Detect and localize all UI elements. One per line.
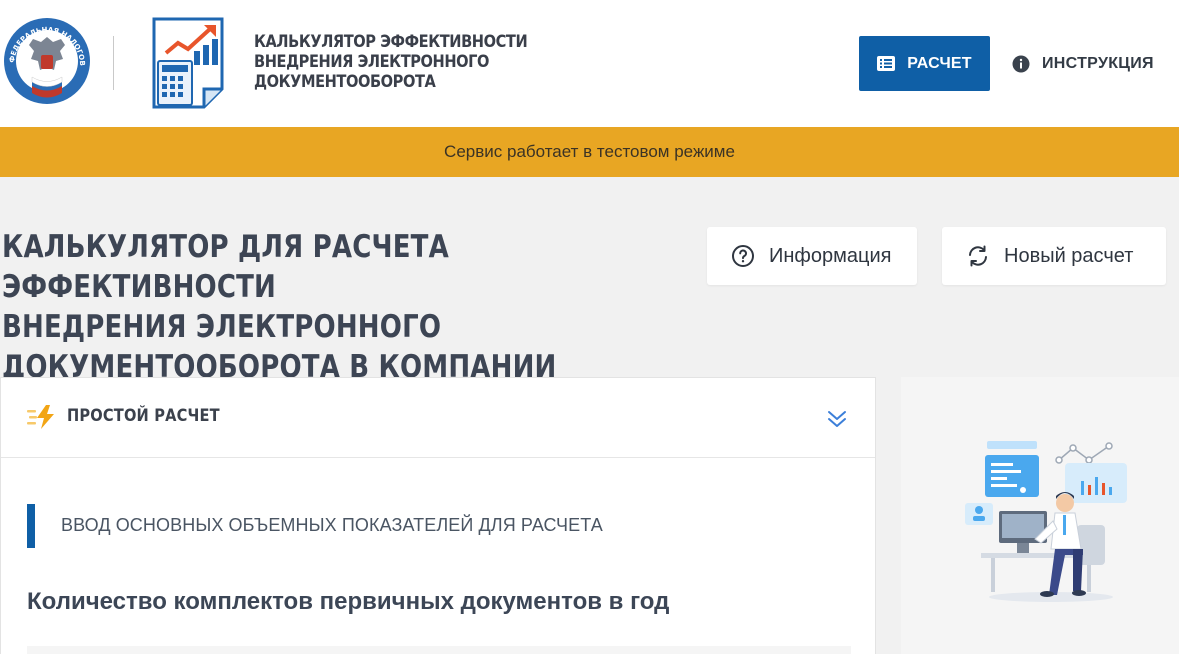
banner-text: Сервис работает в тестовом режиме <box>444 142 735 161</box>
refresh-icon <box>969 245 987 267</box>
panel-header[interactable]: ПРОСТОЙ РАСЧЕТ <box>1 378 875 458</box>
header: ФЕДЕРАЛЬНАЯ НАЛОГОВАЯ СЛУЖБА КАЛЬКУЛЯТОР… <box>0 0 1179 127</box>
nav-instruction-label: ИНСТРУКЦИЯ <box>1042 55 1154 72</box>
nav-instruction-button[interactable]: ИНСТРУКЦИЯ <box>1012 48 1154 80</box>
chevron-double-down-icon[interactable] <box>826 409 848 429</box>
info-button[interactable]: Информация <box>707 227 917 285</box>
field-title: Количество комплектов первичных документ… <box>27 588 670 615</box>
bolt-icon <box>27 405 54 429</box>
new-calc-button[interactable]: Новый расчет <box>942 227 1166 285</box>
list-icon <box>877 56 896 71</box>
header-divider <box>113 36 114 90</box>
simple-calc-panel: ПРОСТОЙ РАСЧЕТ ВВОД ОСНОВНЫХ ОБЪЕМНЫХ ПО… <box>0 377 876 654</box>
documents-count-input[interactable] <box>27 646 851 654</box>
nav-calc-label: РАСЧЕТ <box>907 54 972 72</box>
analyst-illustration <box>965 441 1127 602</box>
page-title: КАЛЬКУЛЯТОР ДЛЯ РАСЧЕТА ЭФФЕКТИВНОСТИ ВН… <box>2 229 557 385</box>
info-button-label: Информация <box>769 244 892 267</box>
nav-calc-button[interactable]: РАСЧЕТ <box>859 36 990 91</box>
app-title: КАЛЬКУЛЯТОР ЭФФЕКТИВНОСТИ ВНЕДРЕНИЯ ЭЛЕК… <box>254 32 528 92</box>
panel-label: ПРОСТОЙ РАСЧЕТ <box>67 406 220 426</box>
new-calc-button-label: Новый расчет <box>1004 244 1134 267</box>
side-illustration-card <box>901 377 1179 654</box>
calculator-chart-icon[interactable] <box>152 17 224 109</box>
section-accent-bar <box>27 504 35 548</box>
info-icon <box>1012 55 1030 73</box>
section-label: ВВОД ОСНОВНЫХ ОБЪЕМНЫХ ПОКАЗАТЕЛЕЙ ДЛЯ Р… <box>61 515 603 535</box>
test-mode-banner: Сервис работает в тестовом режиме <box>0 127 1179 177</box>
fns-emblem-icon[interactable]: ФЕДЕРАЛЬНАЯ НАЛОГОВАЯ СЛУЖБА <box>2 15 92 110</box>
question-icon <box>732 245 754 267</box>
